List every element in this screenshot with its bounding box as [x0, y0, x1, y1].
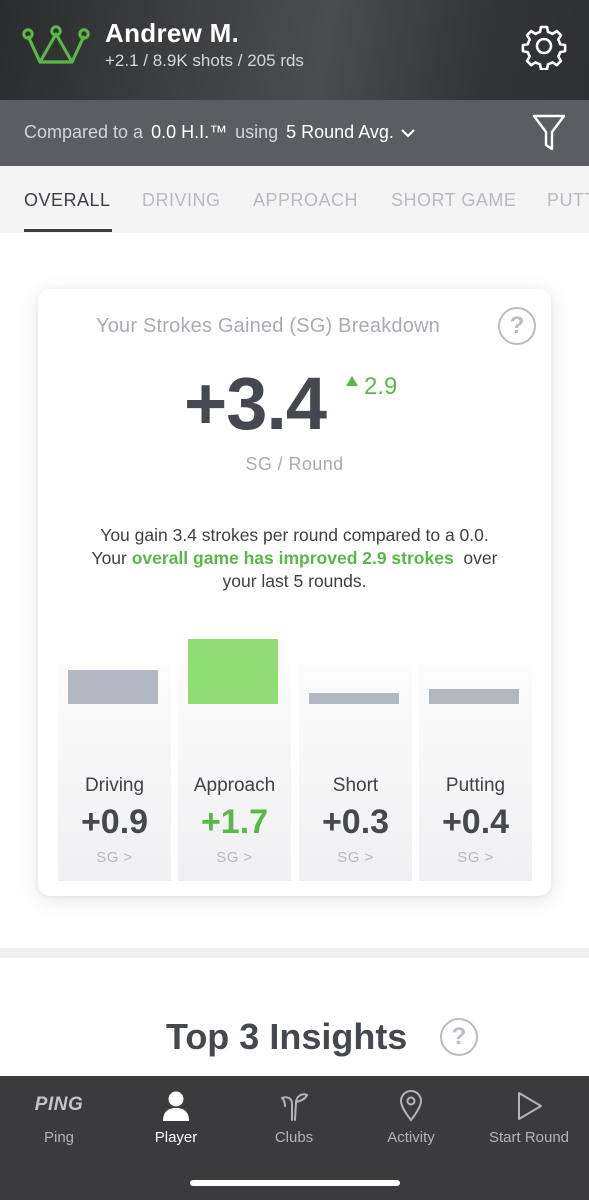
- category-value: +1.7: [200, 803, 269, 841]
- chevron-down-icon[interactable]: [400, 128, 416, 138]
- insights-section: Top 3 Insights ?: [0, 958, 589, 1076]
- main-content: Your Strokes Gained (SG) Breakdown ? +3.…: [0, 233, 589, 948]
- nav-ping[interactable]: PING Ping: [0, 1076, 118, 1156]
- user-name: Andrew M.: [105, 18, 240, 48]
- ping-logo-text: PING: [34, 1094, 84, 1115]
- nav-label: Start Round: [488, 1129, 570, 1146]
- arrow-up-icon: [346, 376, 358, 386]
- nav-label: Clubs: [274, 1129, 314, 1146]
- nav-activity[interactable]: Activity: [352, 1076, 470, 1156]
- tab-driving[interactable]: DRIVING: [142, 190, 221, 211]
- tab-overall[interactable]: OVERALL: [24, 190, 111, 211]
- home-indicator: [190, 1180, 400, 1186]
- desc-line-2-pre: Your: [91, 548, 132, 568]
- nav-start-round[interactable]: Start Round: [470, 1076, 588, 1156]
- handicap-selector[interactable]: 0.0 H.I.™: [151, 122, 227, 142]
- location-pin-icon-wrap: [352, 1090, 470, 1122]
- profile-header: Andrew M. +2.1 / 8.9K shots / 205 rds: [0, 0, 589, 100]
- crown-icon: [22, 25, 90, 64]
- category-label: Short: [332, 775, 379, 796]
- nav-player[interactable]: Player: [117, 1076, 235, 1156]
- bar-putting: [429, 689, 519, 704]
- category-label: Approach: [193, 775, 276, 796]
- desc-line-2-post: over: [453, 548, 498, 568]
- compare-text: Compared to a 0.0 H.I.™ using 5 Round Avg.: [24, 122, 416, 143]
- bar-short: [309, 693, 399, 704]
- sg-link[interactable]: SG >: [299, 849, 412, 866]
- compare-middle: using: [235, 122, 279, 142]
- filter-icon[interactable]: [532, 113, 566, 153]
- gear-icon[interactable]: [520, 22, 568, 70]
- help-icon[interactable]: ?: [498, 307, 536, 345]
- play-icon-wrap: [470, 1090, 588, 1122]
- sg-link[interactable]: SG >: [419, 849, 532, 866]
- tab-putting[interactable]: PUTT: [547, 190, 589, 211]
- nav-label: Ping: [43, 1129, 75, 1146]
- category-value: +0.3: [321, 803, 390, 841]
- desc-highlight: overall game has improved 2.9 strokes: [131, 548, 454, 568]
- bar-approach: [188, 639, 278, 704]
- card-title: Your Strokes Gained (SG) Breakdown: [96, 315, 441, 337]
- sg-description: You gain 3.4 strokes per round compared …: [38, 524, 551, 593]
- category-putting[interactable]: Putting +0.4 SG >: [419, 665, 532, 881]
- category-tabs: OVERALL DRIVING APPROACH SHORT GAME PUTT: [0, 166, 589, 233]
- nav-label: Player: [154, 1129, 198, 1146]
- average-selector[interactable]: 5 Round Avg.: [286, 122, 394, 142]
- location-pin-icon: [399, 1090, 423, 1122]
- category-value: +0.4: [441, 803, 510, 841]
- nav-clubs[interactable]: Clubs: [235, 1076, 353, 1156]
- compare-bar: Compared to a 0.0 H.I.™ using 5 Round Avg.: [0, 100, 589, 166]
- sg-breakdown-card: Your Strokes Gained (SG) Breakdown ? +3.…: [38, 289, 551, 896]
- category-driving[interactable]: Driving +0.9 SG >: [58, 665, 171, 881]
- user-stats: +2.1 / 8.9K shots / 205 rds: [105, 51, 304, 70]
- category-label: Driving: [84, 775, 145, 796]
- insights-title: Top 3 Insights: [166, 1016, 408, 1057]
- clubs-icon: [281, 1093, 309, 1121]
- sg-unit-label: SG / Round: [245, 454, 344, 474]
- sg-delta-value: 2.9: [364, 373, 398, 400]
- sg-delta: 2.9: [346, 373, 397, 401]
- active-tab-indicator: [24, 229, 112, 232]
- player-icon-wrap: [117, 1090, 235, 1122]
- ping-logo: PING: [0, 1090, 118, 1122]
- sg-per-round-value: +3.4: [184, 362, 327, 445]
- tab-short-game[interactable]: SHORT GAME: [391, 190, 516, 211]
- clubs-icon-wrap: [235, 1090, 353, 1122]
- category-label: Putting: [445, 775, 506, 796]
- nav-label: Activity: [387, 1129, 435, 1146]
- desc-line-1: You gain 3.4 strokes per round compared …: [100, 525, 489, 545]
- category-value: +0.9: [80, 803, 149, 841]
- sg-link[interactable]: SG >: [178, 849, 291, 866]
- category-approach[interactable]: Approach +1.7 SG >: [178, 639, 291, 881]
- tab-approach[interactable]: APPROACH: [253, 190, 358, 211]
- play-icon: [518, 1092, 542, 1120]
- desc-line-2: Your overall game has improved 2.9 strok…: [38, 547, 551, 570]
- player-icon: [163, 1091, 189, 1121]
- sg-link[interactable]: SG >: [58, 849, 171, 866]
- desc-line-3: your last 5 rounds.: [222, 571, 367, 591]
- insights-help-icon[interactable]: ?: [440, 1018, 478, 1056]
- category-short[interactable]: Short +0.3 SG >: [299, 665, 412, 881]
- compare-prefix: Compared to a: [24, 122, 144, 142]
- bar-driving: [68, 670, 158, 704]
